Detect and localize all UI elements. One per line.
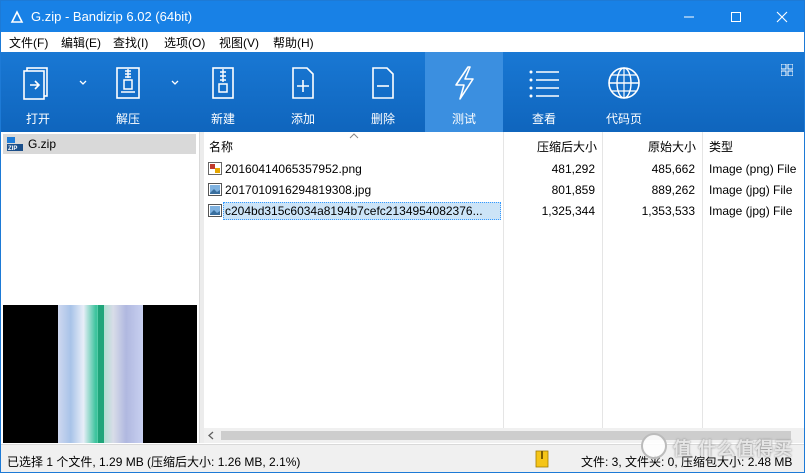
watermark-text: 值 什么值得买 <box>673 439 794 459</box>
menu-find[interactable]: 查找(I) <box>113 34 148 51</box>
test-label: 测试 <box>451 112 476 126</box>
zip-archive-icon: ZIP <box>7 137 23 152</box>
file-name: 20170109162948193​08.jpg <box>225 183 372 197</box>
delete-icon <box>372 67 394 99</box>
menu-help[interactable]: 帮助(H) <box>273 34 314 51</box>
open-dropdown-chevron-icon[interactable] <box>77 76 89 88</box>
extract-dropdown-chevron-icon[interactable] <box>169 76 181 88</box>
compressed-size: 481,292 <box>551 162 595 176</box>
table-row[interactable]: 20160414065357952.png 481,292 485,662 Im… <box>204 159 804 179</box>
column-header-type[interactable]: 类型 <box>709 132 733 156</box>
list-view-icon <box>529 70 559 98</box>
file-type: Image (jpg) File <box>709 204 793 218</box>
extract-icon <box>116 67 140 99</box>
tree-item-label: G.zip <box>28 137 57 151</box>
jpg-file-icon <box>208 204 222 217</box>
open-icon <box>23 67 48 100</box>
menu-options[interactable]: 选项(O) <box>164 34 205 51</box>
sort-ascending-icon <box>349 133 359 139</box>
open-label: 打开 <box>25 112 50 126</box>
close-icon <box>776 11 788 23</box>
compressed-size: 801,859 <box>551 183 595 197</box>
extract-label: 解压 <box>115 112 140 126</box>
minimize-icon <box>684 16 694 18</box>
extract-button[interactable]: 解压 <box>97 52 159 132</box>
close-button[interactable] <box>759 1 805 32</box>
window-title: G.zip - Bandizip 6.02 (64bit) <box>31 9 193 24</box>
original-size: 1,353,533 <box>641 204 695 218</box>
codepage-button[interactable]: 代码页 <box>593 52 655 132</box>
menu-file[interactable]: 文件(F) <box>9 34 48 51</box>
image-preview <box>3 305 197 443</box>
view-label: 查看 <box>531 112 556 126</box>
add-icon <box>292 67 314 99</box>
watermark: 值 什么值得买 <box>641 431 801 471</box>
app-window: G.zip - Bandizip 6.02 (64bit) 文件(F) 编辑(E… <box>0 0 805 473</box>
globe-icon <box>608 67 640 99</box>
toolbar: 打开 解压 新建 添加 删除 测试 查看 代码页 <box>1 52 804 132</box>
archive-lock-icon <box>535 450 549 468</box>
original-size: 485,662 <box>651 162 695 176</box>
table-row-selected[interactable]: c204bd315c6034a8194b7cefc2134954082376..… <box>204 201 804 221</box>
add-label: 添加 <box>290 112 315 126</box>
column-header-row: 名称 压缩后大小 原始大小 类型 <box>204 132 804 156</box>
column-header-compressed[interactable]: 压缩后大小 <box>537 132 597 156</box>
title-bar[interactable]: G.zip - Bandizip 6.02 (64bit) <box>1 1 804 32</box>
original-size: 889,262 <box>651 183 695 197</box>
add-button[interactable]: 添加 <box>272 52 334 132</box>
file-name: c204bd315c6034a8194b7cefc2134954082376..… <box>225 204 483 218</box>
bandizip-app-icon <box>10 10 24 23</box>
codepage-label: 代码页 <box>605 112 642 126</box>
png-file-icon <box>208 162 222 175</box>
menu-view[interactable]: 视图(V) <box>219 34 259 51</box>
jpg-file-icon <box>208 183 222 196</box>
view-button[interactable]: 查看 <box>513 52 575 132</box>
preview-thumbnail-detail <box>98 305 104 443</box>
new-archive-button[interactable]: 新建 <box>192 52 254 132</box>
svg-text:ZIP: ZIP <box>8 146 17 152</box>
scroll-left-icon[interactable] <box>207 431 216 440</box>
maximize-button[interactable] <box>713 1 759 32</box>
selection-status: 已选择 1 个文件, 1.29 MB (压缩后大小: 1.26 MB, 2.1%… <box>7 455 301 469</box>
new-archive-icon <box>212 67 234 99</box>
column-header-original[interactable]: 原始大小 <box>648 132 696 156</box>
layout-grid-icon[interactable] <box>781 64 793 76</box>
table-row[interactable]: 20170109162948193​08.jpg 801,859 889,262… <box>204 180 804 200</box>
maximize-icon <box>731 12 741 22</box>
preview-thumbnail <box>58 305 143 443</box>
menu-bar: 文件(F) 编辑(E) 查找(I) 选项(O) 视图(V) 帮助(H) <box>1 32 804 52</box>
menu-edit[interactable]: 编辑(E) <box>61 34 101 51</box>
file-list-pane: 名称 压缩后大小 原始大小 类型 20160414065357952.png 4… <box>204 132 804 443</box>
new-archive-label: 新建 <box>210 112 235 126</box>
delete-label: 删除 <box>370 112 395 126</box>
tree-item-root[interactable]: ZIP G.zip <box>3 134 196 154</box>
file-type: Image (jpg) File <box>709 183 793 197</box>
minimize-button[interactable] <box>666 1 712 32</box>
file-name: 20160414065357952.png <box>225 162 362 176</box>
lightning-icon <box>455 66 474 100</box>
compressed-size: 1,325,344 <box>541 204 595 218</box>
test-button[interactable]: 测试 <box>425 52 503 132</box>
column-header-name[interactable]: 名称 <box>209 132 233 156</box>
delete-button[interactable]: 删除 <box>352 52 414 132</box>
file-type: Image (png) File <box>709 162 797 176</box>
folder-tree-pane: ZIP G.zip <box>1 132 200 443</box>
open-button[interactable]: 打开 <box>7 52 69 132</box>
watermark-logo-icon <box>641 433 667 459</box>
